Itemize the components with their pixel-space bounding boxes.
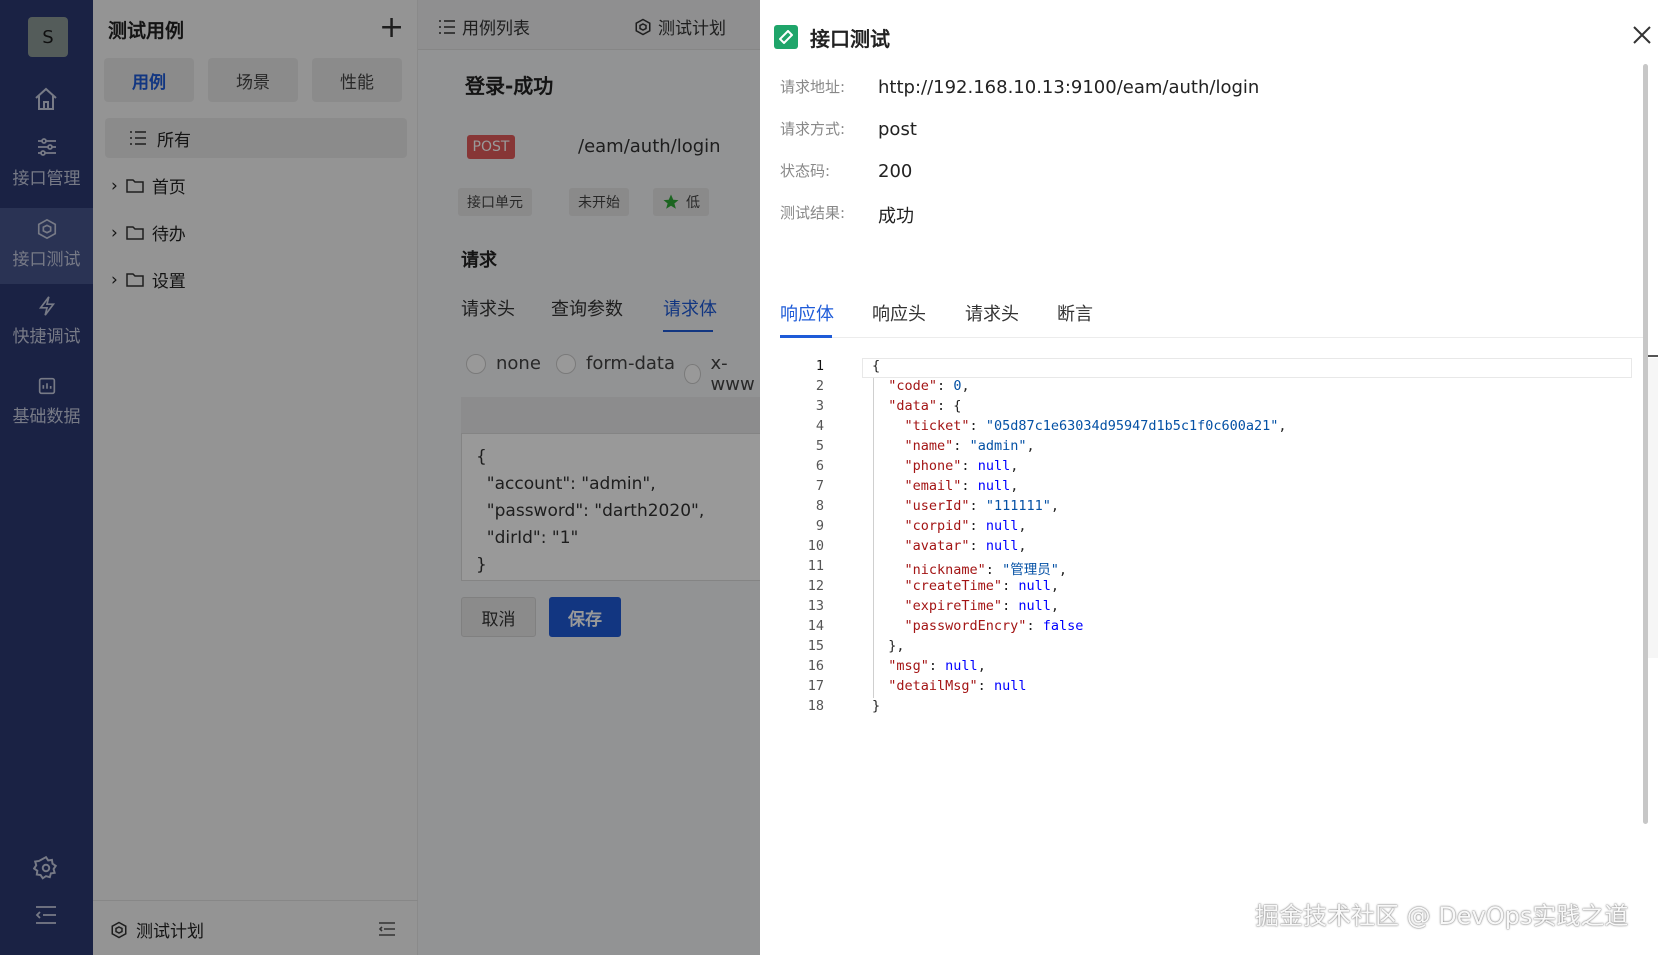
code-line: "createTime": null, xyxy=(904,578,1059,594)
response-code-viewer[interactable]: 1 2 3 4 5 6 7 8 9 10 11 12 13 14 15 16 1… xyxy=(780,355,1658,718)
code-line: "data": { xyxy=(888,398,962,414)
line-number: 2 xyxy=(815,378,824,394)
code-line: "corpid": null, xyxy=(904,518,1027,534)
code-line: "nickname": "管理员", xyxy=(904,562,1067,578)
code-line: "msg": null, xyxy=(888,658,986,674)
line-number: 10 xyxy=(807,538,824,554)
api-test-drawer: 接口测试 请求地址: http://192.168.10.13:9100/eam… xyxy=(760,0,1660,955)
line-number: 13 xyxy=(807,598,824,614)
line-number: 18 xyxy=(807,698,824,714)
watermark-text: 掘金技术社区 @ DevOps实践之道 xyxy=(1255,902,1629,930)
request-url-label: 请求地址: xyxy=(780,78,846,96)
test-result-label: 测试结果: xyxy=(780,204,846,222)
modal-backdrop[interactable] xyxy=(0,0,760,955)
line-number: 7 xyxy=(815,478,824,494)
line-number: 4 xyxy=(815,418,824,434)
code-line: "name": "admin", xyxy=(904,438,1035,454)
line-number: 8 xyxy=(815,498,824,514)
tab-response-headers[interactable]: 响应头 xyxy=(872,300,926,326)
line-number: 12 xyxy=(807,578,824,594)
tab-divider xyxy=(780,337,1644,338)
line-number: 15 xyxy=(807,638,824,654)
line-number: 14 xyxy=(807,618,824,634)
code-line: "code": 0, xyxy=(888,378,970,394)
line-number: 17 xyxy=(807,678,824,694)
code-line: "passwordEncry": false xyxy=(904,618,1084,634)
code-line: "email": null, xyxy=(904,478,1019,494)
line-number: 6 xyxy=(815,458,824,474)
line-number: 9 xyxy=(815,518,824,534)
code-line: } xyxy=(872,698,881,714)
drawer-scrollbar[interactable] xyxy=(1643,64,1648,824)
tab-request-headers[interactable]: 请求头 xyxy=(965,300,1019,326)
test-result-value: 成功 xyxy=(878,206,914,227)
current-line-highlight xyxy=(862,358,1632,378)
status-code-label: 状态码: xyxy=(780,162,831,180)
status-code-value: 200 xyxy=(878,161,913,182)
close-icon[interactable] xyxy=(1633,26,1651,48)
line-number: 16 xyxy=(807,658,824,674)
active-tab-indicator xyxy=(780,335,832,338)
code-line: "avatar": null, xyxy=(904,538,1027,554)
code-line: "userId": "111111", xyxy=(904,498,1059,514)
tab-response-body[interactable]: 响应体 xyxy=(780,300,834,326)
code-line: "detailMsg": null xyxy=(888,678,1027,694)
test-tube-icon xyxy=(774,25,798,49)
code-line: "ticket": "05d87c1e63034d95947d1b5c1f0c6… xyxy=(904,418,1287,434)
line-number: 5 xyxy=(815,438,824,454)
tab-assertions[interactable]: 断言 xyxy=(1057,300,1093,326)
code-line: "phone": null, xyxy=(904,458,1019,474)
code-line: "expireTime": null, xyxy=(904,598,1059,614)
drawer-title: 接口测试 xyxy=(810,27,890,51)
line-number: 11 xyxy=(807,558,824,574)
code-line: }, xyxy=(872,638,905,654)
request-method-label: 请求方式: xyxy=(780,120,846,138)
request-url-value: http://192.168.10.13:9100/eam/auth/login xyxy=(878,77,1260,98)
line-number: 1 xyxy=(815,358,824,374)
code-line: { xyxy=(872,358,881,374)
request-method-value: post xyxy=(878,119,917,140)
line-number: 3 xyxy=(815,398,824,414)
